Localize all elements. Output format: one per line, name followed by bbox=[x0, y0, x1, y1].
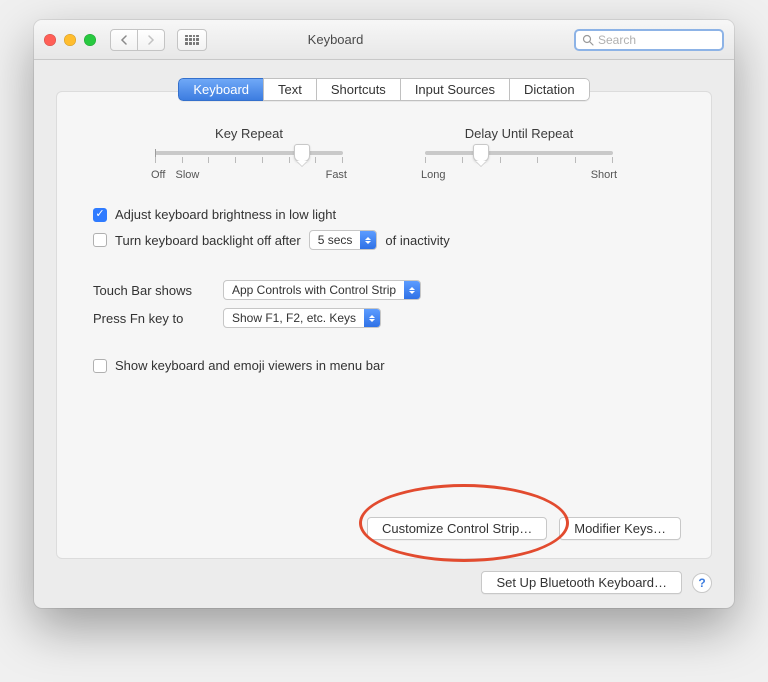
customize-control-strip-button[interactable]: Customize Control Strip… bbox=[367, 517, 547, 540]
search-input[interactable]: Search bbox=[574, 29, 724, 51]
tab-shortcuts[interactable]: Shortcuts bbox=[316, 78, 401, 101]
delay-title: Delay Until Repeat bbox=[419, 126, 619, 141]
content: Keyboard Text Shortcuts Input Sources Di… bbox=[34, 60, 734, 608]
key-repeat-group: Key Repeat Off Slow bbox=[149, 126, 349, 181]
backlight-off-suffix: of inactivity bbox=[385, 233, 449, 248]
touch-bar-label: Touch Bar shows bbox=[93, 283, 213, 298]
delay-until-repeat-group: Delay Until Repeat Long Short bbox=[419, 126, 619, 181]
select-caret-icon bbox=[364, 309, 380, 327]
traffic-lights bbox=[44, 34, 96, 46]
form-block: Adjust keyboard brightness in low light … bbox=[93, 207, 675, 373]
bottom-buttons: Customize Control Strip… Modifier Keys… bbox=[57, 517, 711, 540]
select-caret-icon bbox=[360, 231, 376, 249]
select-caret-icon bbox=[404, 281, 420, 299]
titlebar: Keyboard Search bbox=[34, 20, 734, 60]
key-repeat-title: Key Repeat bbox=[149, 126, 349, 141]
sliders-row: Key Repeat Off Slow bbox=[93, 126, 675, 181]
keyboard-panel: Key Repeat Off Slow bbox=[56, 91, 712, 559]
fn-key-value: Show F1, F2, etc. Keys bbox=[224, 311, 364, 325]
backlight-off-prefix: Turn keyboard backlight off after bbox=[115, 233, 301, 248]
modifier-keys-button[interactable]: Modifier Keys… bbox=[559, 517, 681, 540]
tab-dictation[interactable]: Dictation bbox=[509, 78, 590, 101]
adjust-brightness-label: Adjust keyboard brightness in low light bbox=[115, 207, 336, 222]
backlight-off-checkbox[interactable] bbox=[93, 233, 107, 247]
minimize-window-button[interactable] bbox=[64, 34, 76, 46]
touch-bar-select[interactable]: App Controls with Control Strip bbox=[223, 280, 421, 300]
backlight-off-select[interactable]: 5 secs bbox=[309, 230, 378, 250]
preferences-window: Keyboard Search Keyboard Text Shortcuts … bbox=[34, 20, 734, 608]
key-repeat-slider[interactable] bbox=[155, 151, 343, 155]
fn-key-select[interactable]: Show F1, F2, etc. Keys bbox=[223, 308, 381, 328]
tabs: Keyboard Text Shortcuts Input Sources Di… bbox=[56, 78, 712, 101]
key-repeat-off-label: Off bbox=[151, 169, 165, 181]
footer-row: Set Up Bluetooth Keyboard… ? bbox=[56, 571, 712, 594]
adjust-brightness-checkbox[interactable] bbox=[93, 208, 107, 222]
backlight-off-value: 5 secs bbox=[310, 233, 361, 247]
delay-slider[interactable] bbox=[425, 151, 613, 155]
close-window-button[interactable] bbox=[44, 34, 56, 46]
key-repeat-fast-label: Fast bbox=[326, 169, 347, 181]
tab-text[interactable]: Text bbox=[263, 78, 317, 101]
window-title: Keyboard bbox=[105, 32, 566, 47]
show-viewers-checkbox[interactable] bbox=[93, 359, 107, 373]
show-viewers-label: Show keyboard and emoji viewers in menu … bbox=[115, 358, 385, 373]
help-button[interactable]: ? bbox=[692, 573, 712, 593]
delay-long-label: Long bbox=[421, 169, 445, 181]
bluetooth-keyboard-button[interactable]: Set Up Bluetooth Keyboard… bbox=[481, 571, 682, 594]
search-placeholder: Search bbox=[598, 33, 636, 47]
search-icon bbox=[582, 34, 594, 46]
tab-input-sources[interactable]: Input Sources bbox=[400, 78, 510, 101]
delay-short-label: Short bbox=[591, 169, 617, 181]
zoom-window-button[interactable] bbox=[84, 34, 96, 46]
touch-bar-value: App Controls with Control Strip bbox=[224, 283, 404, 297]
tab-keyboard[interactable]: Keyboard bbox=[178, 78, 264, 101]
fn-key-label: Press Fn key to bbox=[93, 311, 213, 326]
key-repeat-slow-label: Slow bbox=[175, 169, 199, 181]
